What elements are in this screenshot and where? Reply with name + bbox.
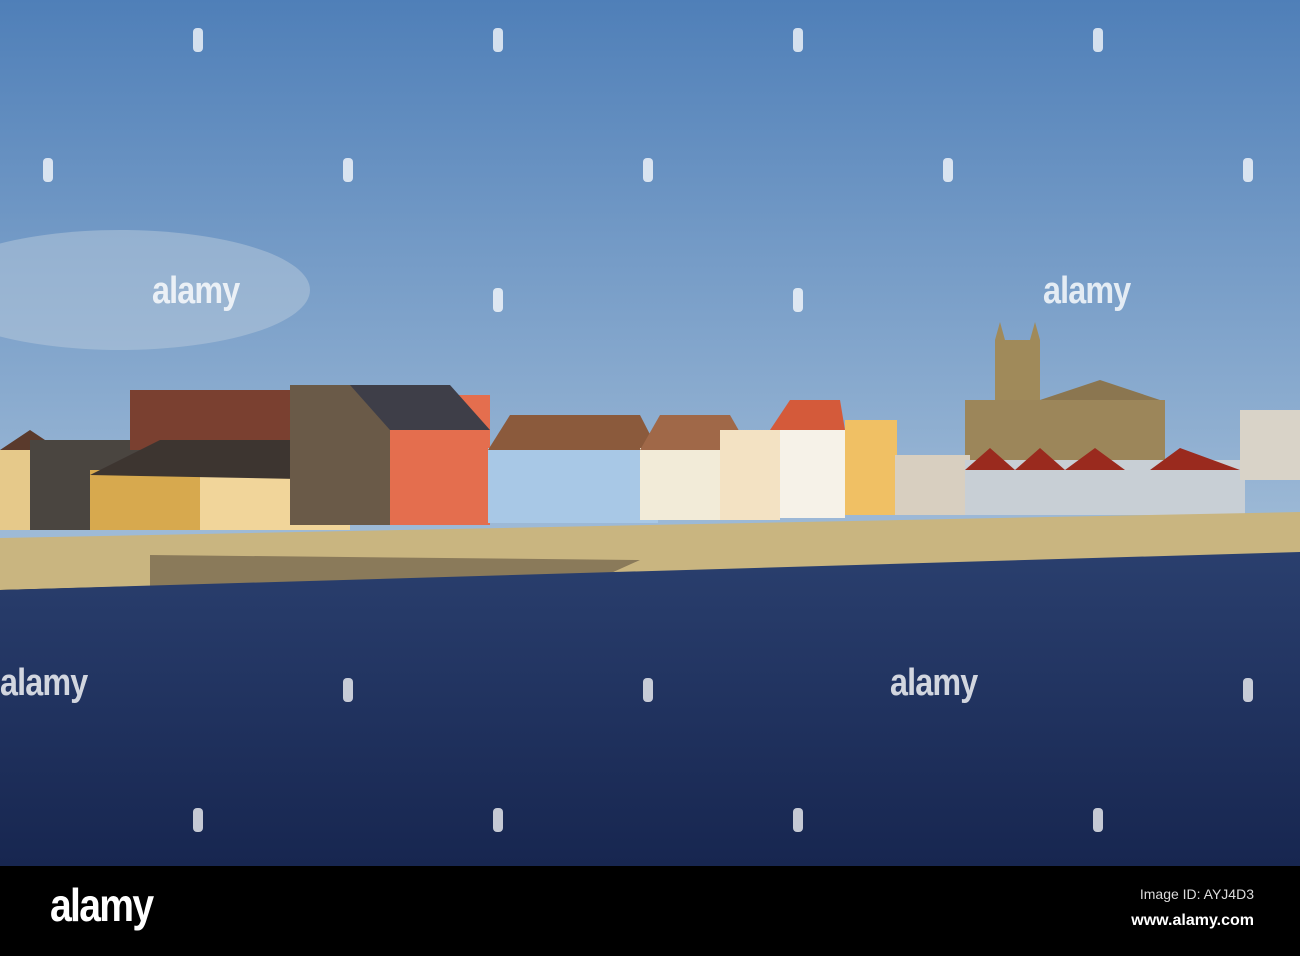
watermark-mark: [793, 808, 803, 832]
website-link[interactable]: www.alamy.com: [1131, 912, 1254, 930]
watermark-mark: [643, 158, 653, 182]
watermark-mark: [1243, 678, 1253, 702]
watermark-mark: [343, 678, 353, 702]
image-id: Image ID: AYJ4D3: [1139, 886, 1254, 902]
watermark-mark: [793, 28, 803, 52]
watermark-mark: [193, 28, 203, 52]
watermark: alamy: [890, 662, 978, 704]
watermark-mark: [493, 288, 503, 312]
watermark: alamy: [0, 662, 88, 704]
alamy-logo: alamy: [50, 879, 154, 931]
watermark-mark: [43, 158, 53, 182]
watermark-mark: [793, 288, 803, 312]
stock-photo: alamy alamy alamy alamy alamy Image ID: …: [0, 0, 1300, 956]
harbour-town-photo: [0, 0, 1300, 866]
watermark-mark: [493, 28, 503, 52]
watermark-mark: [643, 678, 653, 702]
watermark-mark: [1093, 808, 1103, 832]
watermark-mark: [493, 808, 503, 832]
watermark: alamy: [152, 270, 240, 312]
watermark: alamy: [1043, 270, 1131, 312]
watermark-mark: [343, 158, 353, 182]
watermark-mark: [943, 158, 953, 182]
footer-bar: alamy Image ID: AYJ4D3 www.alamy.com: [0, 866, 1300, 956]
watermark-mark: [1093, 28, 1103, 52]
watermark-mark: [1243, 158, 1253, 182]
watermark-mark: [193, 808, 203, 832]
